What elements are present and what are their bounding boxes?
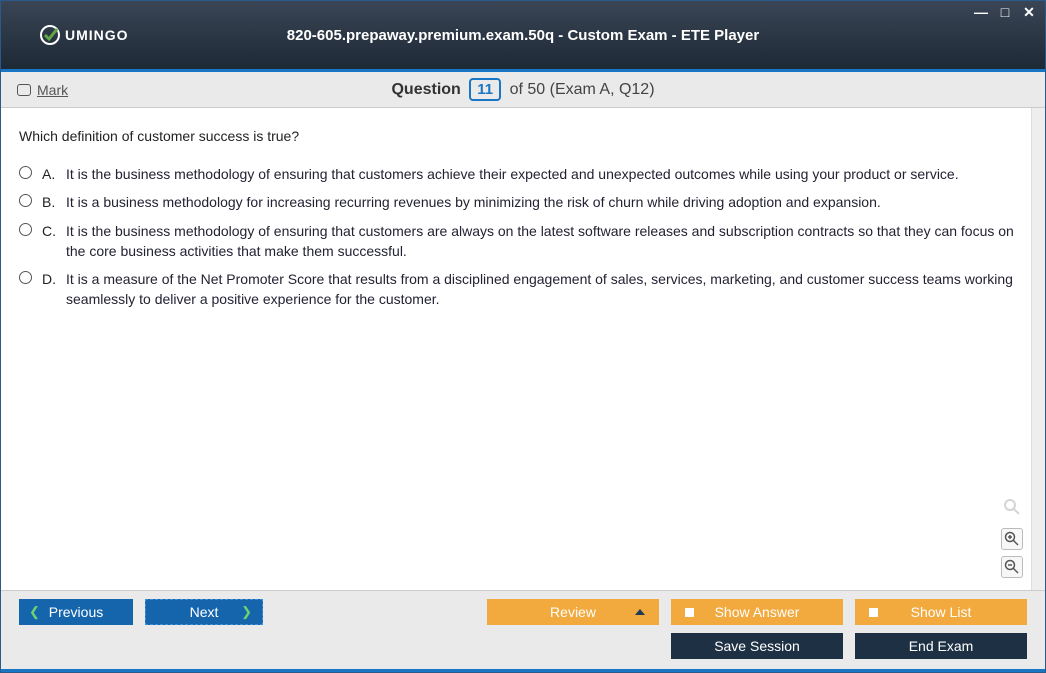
show-answer-button[interactable]: Show Answer	[671, 599, 843, 625]
previous-button[interactable]: ❮ Previous	[19, 599, 133, 625]
option-row[interactable]: B. It is a business methodology for incr…	[19, 192, 1027, 212]
question-bar: Mark Question 11 of 50 (Exam A, Q12)	[1, 72, 1045, 108]
question-content: Which definition of customer success is …	[1, 108, 1045, 590]
scrollbar[interactable]	[1031, 108, 1045, 590]
radio-icon[interactable]	[19, 166, 32, 179]
mark-checkbox-wrap[interactable]: Mark	[17, 82, 68, 98]
next-label: Next	[190, 604, 219, 620]
option-text: It is the business methodology of ensuri…	[66, 221, 1027, 262]
question-stem: Which definition of customer success is …	[19, 128, 1027, 144]
review-button[interactable]: Review	[487, 599, 659, 625]
title-bar: UMINGO 820-605.prepaway.premium.exam.50q…	[1, 1, 1045, 69]
question-total: of 50 (Exam A, Q12)	[510, 81, 655, 98]
search-icon[interactable]	[1001, 496, 1023, 518]
question-label: Question	[391, 81, 460, 98]
option-letter: C.	[42, 221, 62, 241]
option-letter: A.	[42, 164, 62, 184]
footer-divider	[1, 669, 1045, 672]
mark-checkbox[interactable]	[17, 84, 31, 96]
close-icon[interactable]: ✕	[1021, 5, 1037, 19]
option-text: It is a business methodology for increas…	[66, 192, 1027, 212]
save-session-label: Save Session	[714, 638, 800, 654]
radio-icon[interactable]	[19, 194, 32, 207]
end-exam-label: End Exam	[909, 638, 974, 654]
option-text: It is a measure of the Net Promoter Scor…	[66, 269, 1027, 310]
end-exam-button[interactable]: End Exam	[855, 633, 1027, 659]
zoom-tools	[1001, 496, 1023, 578]
option-row[interactable]: A. It is the business methodology of ens…	[19, 164, 1027, 184]
maximize-icon[interactable]: □	[997, 5, 1013, 19]
show-list-button[interactable]: Show List	[855, 599, 1027, 625]
zoom-in-icon[interactable]	[1001, 528, 1023, 550]
review-label: Review	[550, 604, 596, 620]
logo-text: UMINGO	[65, 27, 129, 43]
option-row[interactable]: D. It is a measure of the Net Promoter S…	[19, 269, 1027, 310]
save-session-button[interactable]: Save Session	[671, 633, 843, 659]
show-list-label: Show List	[911, 604, 972, 620]
previous-label: Previous	[49, 604, 103, 620]
option-text: It is the business methodology of ensuri…	[66, 164, 1027, 184]
question-number: 11	[469, 78, 501, 101]
next-button[interactable]: Next ❯	[145, 599, 263, 625]
stop-icon	[869, 608, 878, 617]
footer: ❮ Previous Next ❯ Review Show Answer Sho…	[1, 590, 1045, 669]
option-letter: D.	[42, 269, 62, 289]
window-title: 820-605.prepaway.premium.exam.50q - Cust…	[1, 27, 1045, 44]
chevron-right-icon: ❯	[241, 604, 252, 620]
option-row[interactable]: C. It is the business methodology of ens…	[19, 221, 1027, 262]
minimize-icon[interactable]: —	[973, 5, 989, 19]
show-answer-label: Show Answer	[715, 604, 800, 620]
option-letter: B.	[42, 192, 62, 212]
zoom-out-icon[interactable]	[1001, 556, 1023, 578]
stop-icon	[685, 608, 694, 617]
question-indicator: Question 11 of 50 (Exam A, Q12)	[1, 78, 1045, 101]
logo-checkmark-icon	[39, 24, 61, 46]
chevron-left-icon: ❮	[29, 604, 40, 620]
radio-icon[interactable]	[19, 271, 32, 284]
triangle-up-icon	[635, 609, 645, 615]
radio-icon[interactable]	[19, 223, 32, 236]
logo: UMINGO	[39, 24, 129, 46]
mark-label: Mark	[37, 82, 68, 98]
